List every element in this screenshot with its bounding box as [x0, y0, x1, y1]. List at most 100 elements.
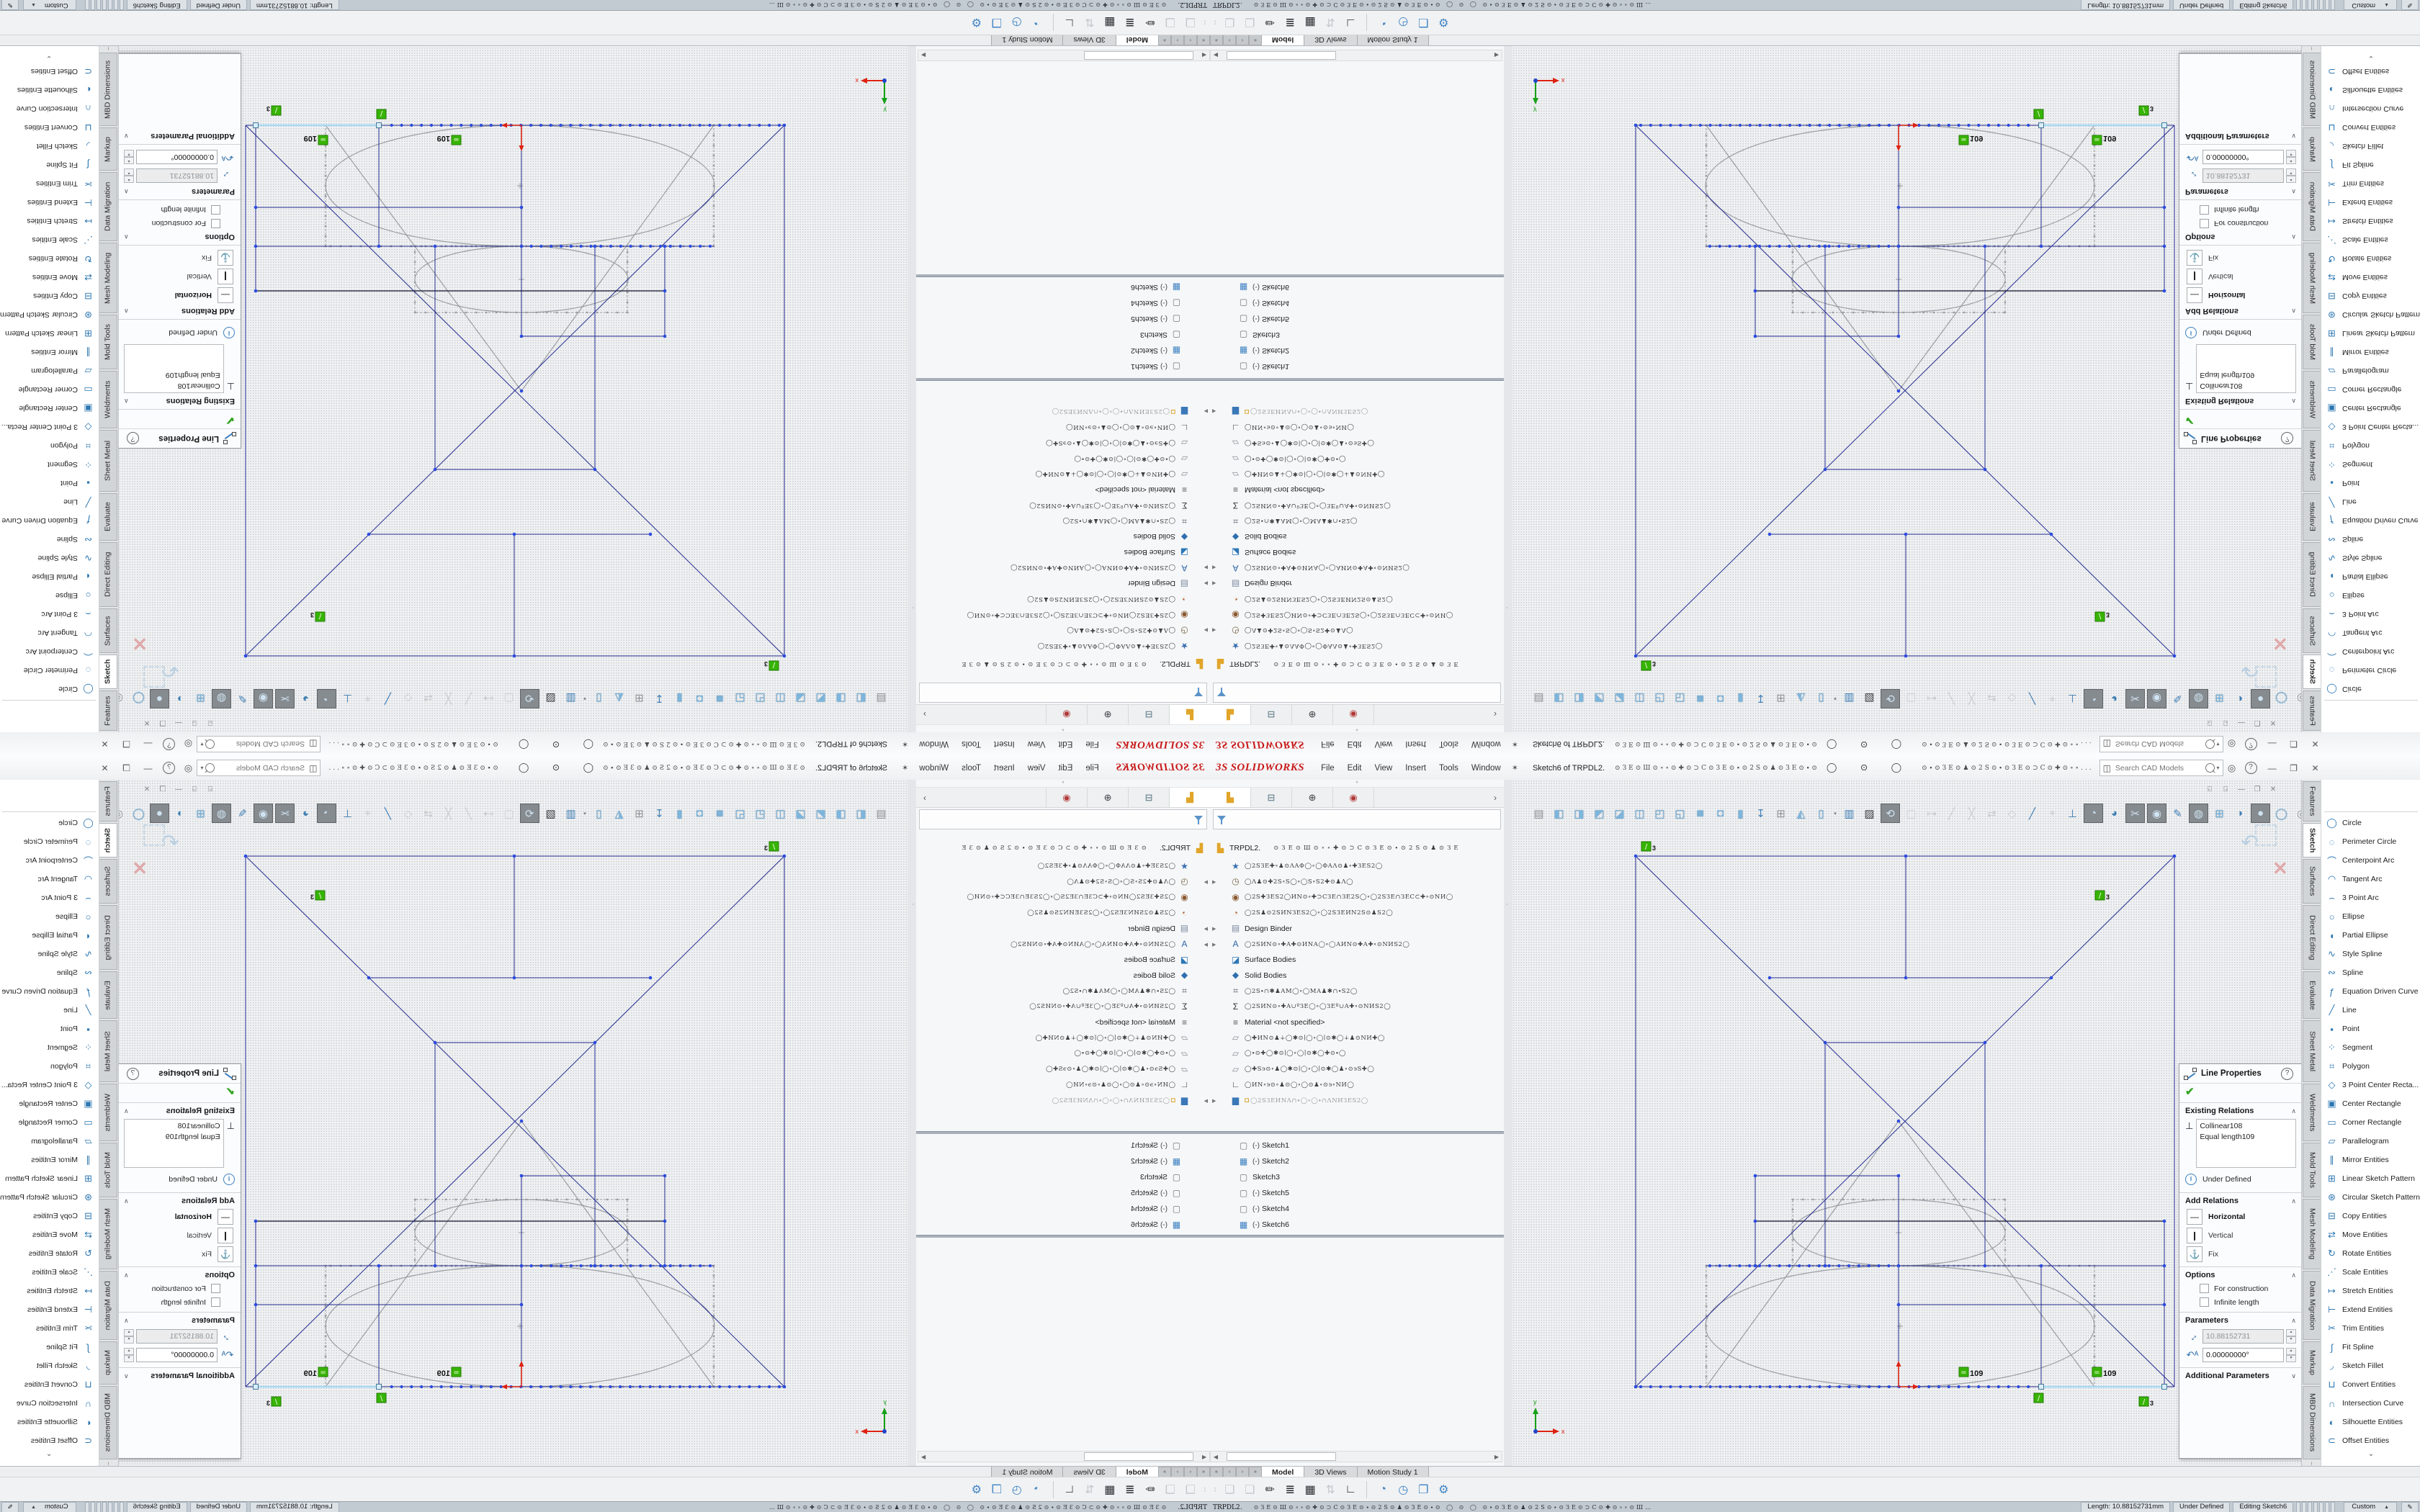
options-section[interactable]: Options ∧ [118, 230, 241, 246]
relation-entry[interactable]: Equal length109 [127, 1132, 220, 1143]
tool-segment[interactable]: ⁘Segment [2321, 1038, 2420, 1057]
bottom-tool-icon-8[interactable]: ◔ [1373, 1483, 1393, 1496]
tool-scale-entities[interactable]: ⋰Scale Entities [0, 230, 99, 249]
tree-item-row[interactable]: Σ◯2SИN⊙∘✚Α∪ºЗΕ◯∘◯ЗΕº∪Α✚∘⊙NИS2◯ [1029, 498, 1210, 513]
cm-tab-mold-tools[interactable]: Mold Tools [2303, 315, 2322, 369]
spin-down-icon[interactable]: ▼ [124, 168, 134, 176]
option-for-construction[interactable]: For construction [118, 217, 241, 230]
menu-window[interactable]: Window [913, 764, 955, 773]
tool-ellipse[interactable]: ○Ellipse [2321, 907, 2420, 926]
feature-tool-icon-19[interactable]: ▢ [1902, 690, 1920, 708]
tree-item-row[interactable]: ⌗◯2S∙∩✱♟ΑМ◯∘◯МΑ♟✱∩∙S2◯ [1210, 984, 1358, 999]
search-dropdown-icon[interactable]: ▾ [200, 741, 203, 747]
tool-equation-driven-curve[interactable]: ƒEquation Driven Curve [0, 511, 99, 530]
cancel-sketch-icon[interactable]: ✕ [132, 632, 148, 654]
feature-tool-icon-1[interactable]: ◧ [852, 804, 870, 822]
tool-partial-ellipse[interactable]: ◖Partial Ellipse [2321, 567, 2420, 586]
cm-tab-data-migration[interactable]: Data Migration [98, 1271, 117, 1340]
feature-tool-icon-5[interactable]: ◫ [1631, 804, 1649, 822]
more-tools-chevron-icon[interactable]: ⌄ [0, 1450, 99, 1458]
tool-extend-entities[interactable]: ⊢Extend Entities [0, 1300, 99, 1319]
option-infinite-length[interactable]: Infinite length [118, 203, 241, 217]
tool-move-entities[interactable]: ⇄Move Entities [2321, 1225, 2420, 1244]
tree-item-row[interactable]: ⌗◯2S∙∩✱♟ΑМ◯∘◯МΑ♟✱∩∙S2◯ [1062, 513, 1210, 528]
feature-tool-icon-30[interactable]: ✂ [275, 804, 295, 823]
menu-edit[interactable]: Edit [1341, 764, 1368, 773]
tool-convert-entities[interactable]: ⊔Convert Entities [0, 1375, 99, 1394]
tree-item-row[interactable]: ▶A◯2SИN⊙∘✚Α✚⊙ИNΑ◯∘◯ΑИN⊙✚Α✚∘⊙NИS2◯ [1010, 937, 1210, 952]
spin-up-icon[interactable]: ▲ [124, 1329, 134, 1336]
menu-tools[interactable]: Tools [955, 740, 987, 749]
cm-tab-data-migration[interactable]: Data Migration [2303, 1271, 2322, 1340]
spin-up-icon[interactable]: ▲ [2286, 1348, 2296, 1355]
tab-nav-icon-1[interactable]: ‹ [1184, 35, 1197, 45]
feature-tool-icon-5[interactable]: ◫ [771, 804, 789, 822]
feature-tool-icon-19[interactable]: ▢ [1902, 804, 1920, 822]
feature-tool-icon-34[interactable]: ⊞ [192, 804, 210, 822]
feature-tool-icon-20[interactable]: ⊶ [480, 690, 498, 708]
user-account-icon[interactable]: ◎ [2223, 739, 2241, 750]
tree-item-row[interactable]: Σ◯2SИN⊙∘✚Α∪ºЗΕ◯∘◯ЗΕº∪Α✚∘⊙NИS2◯ [1210, 498, 1391, 513]
tool-offset-entities[interactable]: ⊂Offset Entities [0, 62, 99, 81]
bottom-tool-icon-5[interactable]: ⇅ [1080, 15, 1100, 30]
cm-tab-features[interactable]: Features [98, 690, 117, 731]
tool-circular-sketch-pattern[interactable]: ⊛Circular Sketch Pattern [2321, 1188, 2420, 1207]
feature-tool-icon-33[interactable]: ◍ [2189, 689, 2208, 708]
tool-convert-entities[interactable]: ⊔Convert Entities [2321, 1375, 2420, 1394]
tree-sketch-row[interactable]: ▢(-)Sketch5 [1210, 312, 1289, 326]
close-button[interactable]: ✕ [2305, 739, 2326, 750]
tree-item-row[interactable]: ▱◯∙⊙✚◯✱⊙∣◯∘◯∣⊙✱◯✚⊙∙◯ [1074, 451, 1210, 466]
feature-tool-icon-29[interactable]: ◕ [297, 690, 315, 708]
tree-sketch-row[interactable]: ▦(-)Sketch2 [1210, 343, 1289, 358]
spinner-control[interactable]: ▲▼ [124, 168, 134, 183]
next-window-icon[interactable]: ⍈ [2218, 719, 2233, 726]
tree-item-row[interactable]: ▶▆◘◯2SЗΕИNΛ∩∙◯∘◯∙∩ΛNИЗΕS2◯ [1052, 405, 1210, 419]
bottom-tool-icon-1[interactable]: ❏ [1160, 15, 1180, 30]
cm-tab-sheet-metal[interactable]: Sheet Metal [98, 1020, 117, 1082]
tool-mirror-entities[interactable]: ∥Mirror Entities [2321, 343, 2420, 361]
tool-rotate-entities[interactable]: ↻Rotate Entities [0, 249, 99, 268]
feature-tool-icon-22[interactable]: ╳ [1963, 690, 1981, 708]
tab-nav-icon-2[interactable]: › [1171, 1467, 1184, 1477]
search-cad-models-box[interactable]: ◫ ▾ [197, 736, 321, 752]
horizontal-relation-button[interactable]: —Horizontal [118, 1207, 241, 1226]
existing-relations-section[interactable]: Existing Relations ∧ [2179, 395, 2302, 410]
relation-entry[interactable]: Collinear108 [127, 1121, 220, 1132]
tree-item-row[interactable]: ▶▤Design Binder [1210, 922, 1292, 936]
feature-tool-icon-10[interactable]: ▮ [1731, 804, 1749, 822]
tool-partial-ellipse[interactable]: ◖Partial Ellipse [2321, 926, 2420, 945]
spinner-control[interactable]: ▲▼ [124, 1329, 134, 1344]
scroll-right-icon[interactable]: ▶ [918, 53, 928, 59]
tree-sketch-row[interactable]: ▢Sketch3 [1210, 1170, 1280, 1184]
panel-help-icon[interactable]: ? [127, 433, 139, 445]
tool-scale-entities[interactable]: ⋰Scale Entities [2321, 230, 2420, 249]
options-section[interactable]: Options ∧ [2179, 1266, 2302, 1282]
feature-tool-icon-23[interactable]: ⇄ [419, 804, 437, 822]
bottom-tool-icon-6[interactable]: ∟ [1340, 1483, 1361, 1496]
quick-access-toolbar-glyphs-right[interactable]: ⊙∙⊙ЗΕ⊙♟⊙2S⊙∙⊙ЗΕ⊙⊃C⊙✚⊙∘∘... [1922, 741, 2093, 748]
menu-window[interactable]: Window [1465, 740, 1507, 749]
bottom-tool-icon-4[interactable]: ▦ [1300, 15, 1320, 30]
collapse-chevron-icon[interactable]: ∧ [124, 1107, 129, 1115]
tree-item-row[interactable]: ∟◯ИN∘϶⊙∘♟⊙◯∘◯⊙♟∘⊙϶∘NИ◯ [1210, 420, 1354, 434]
bottom-tool-icon-2[interactable]: ✏ [1140, 1482, 1160, 1497]
scroll-left-icon[interactable]: ◀ [1211, 53, 1221, 59]
spinner-control[interactable]: ▲▼ [2286, 1348, 2296, 1362]
doc-minimize-icon[interactable]: — [2233, 719, 2249, 726]
feature-tool-icon-3[interactable]: ◩ [812, 804, 830, 822]
tool-ellipse[interactable]: ○Ellipse [0, 586, 99, 605]
feature-tool-icon-17[interactable]: ▨ [1860, 690, 1878, 708]
tool-linear-sketch-pattern[interactable]: ⊞Linear Sketch Pattern [2321, 324, 2420, 343]
feature-tool-icon-14[interactable]: ▯ [1812, 690, 1830, 708]
tool-centerpoint-arc[interactable]: ⌒Centerpoint Arc [2321, 851, 2420, 870]
tool-center-rectangle[interactable]: ▣Center Rectangle [0, 1094, 99, 1113]
help-icon[interactable]: ? [163, 738, 175, 750]
feature-tool-icon-24[interactable]: ◇ [2003, 690, 2021, 708]
fix-relation-button[interactable]: ⚓Fix [2179, 1245, 2302, 1264]
bottom-tool-icon-5[interactable]: ⇅ [1320, 15, 1340, 30]
menu-file[interactable]: File [1314, 764, 1341, 773]
menu-view[interactable]: View [1021, 740, 1052, 749]
close-button[interactable]: ✕ [94, 739, 115, 750]
search-icon[interactable] [205, 739, 215, 749]
tool-tangent-arc[interactable]: ◠Tangent Arc [0, 624, 99, 642]
